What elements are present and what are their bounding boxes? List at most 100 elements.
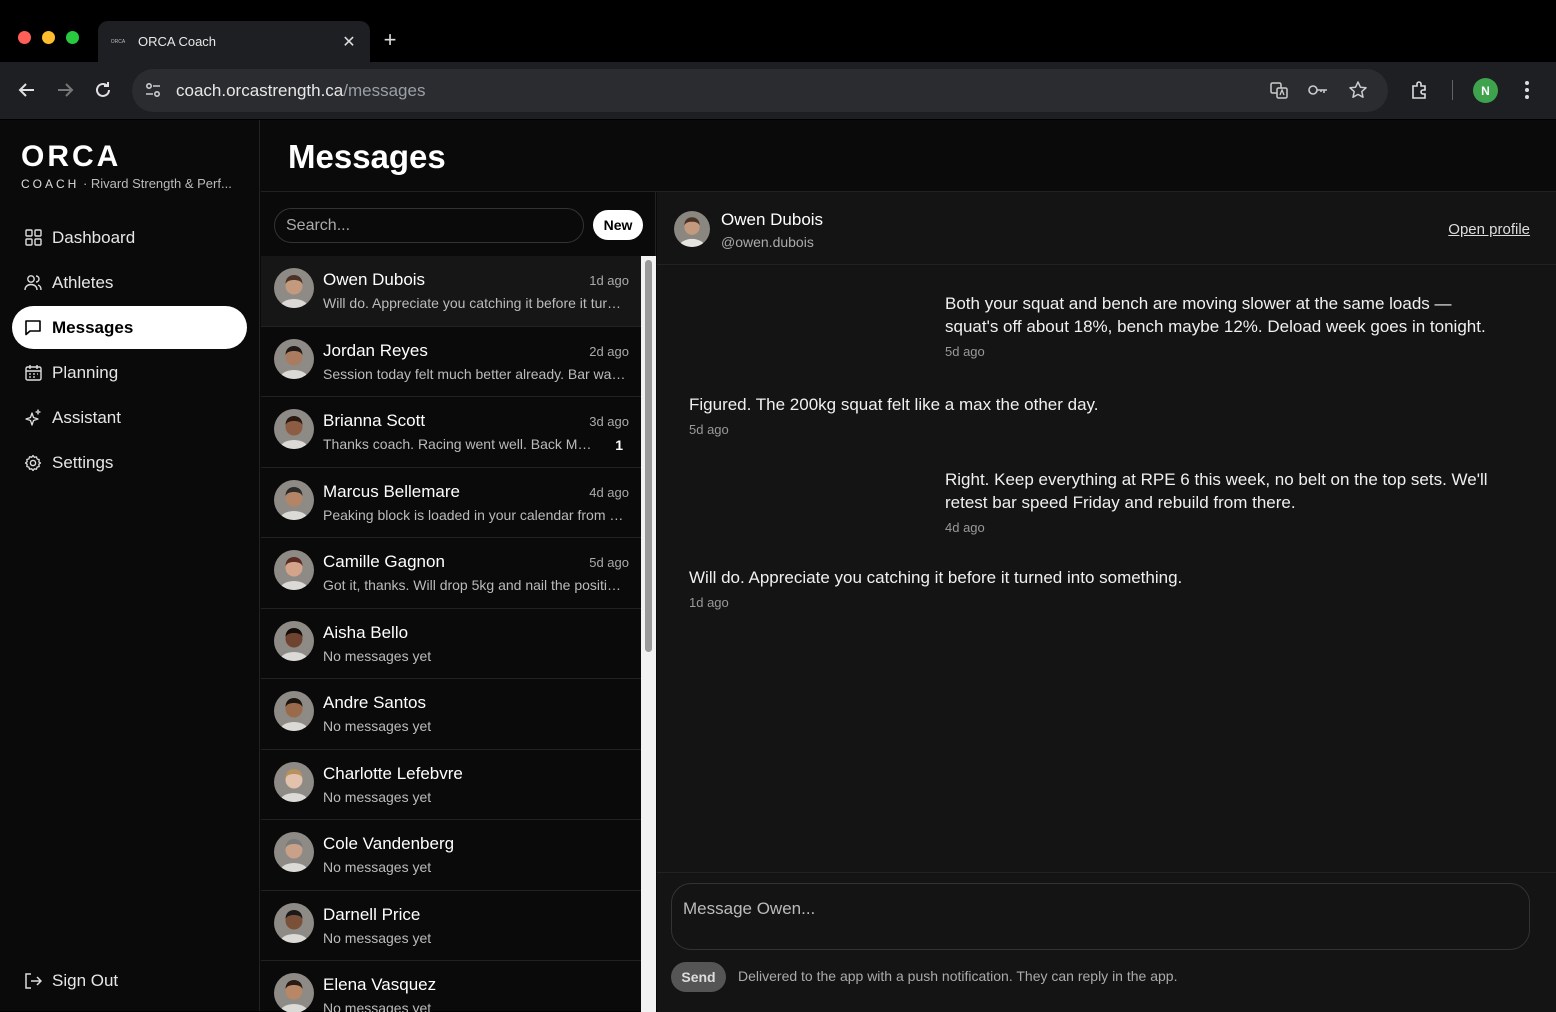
avatar: [274, 479, 314, 520]
browser-profile-avatar[interactable]: N: [1473, 78, 1498, 103]
message-bubble-coach: Right. Keep everything at RPE 6 this wee…: [945, 468, 1505, 536]
conversation-item[interactable]: Brianna Scott 3d ago Thanks coach. Racing …: [261, 397, 641, 468]
translate-icon[interactable]: [1268, 79, 1290, 101]
messages-content: New Owen Dubois 1d ago Will do. Appreciate…: [261, 191, 1556, 1012]
conversation-time: 1d ago: [589, 273, 629, 288]
conversation-item[interactable]: Jordan Reyes 2d ago Session today felt muc…: [261, 327, 641, 397]
window-minimize-button[interactable]: [42, 31, 55, 44]
chat-contact-handle: @owen.dubois: [721, 234, 814, 250]
conversation-item[interactable]: Andre Santos No messages yet: [261, 679, 641, 750]
password-key-icon[interactable]: [1307, 79, 1329, 101]
conversation-name: Cole Vandenberg: [323, 834, 455, 853]
chat-panel: Owen Dubois @owen.dubois Open profile Bo…: [657, 192, 1556, 1012]
conversation-preview: Got it, thanks. Will drop 5kg and nail t…: [323, 577, 628, 593]
conversation-preview: No messages yet: [323, 859, 432, 875]
sidebar-item-label: Planning: [52, 362, 119, 382]
conversation-preview: No messages yet: [323, 647, 432, 664]
avatar: [274, 409, 314, 449]
unread-badge: 1: [615, 437, 623, 453]
sidebar-item-planning[interactable]: Planning: [12, 351, 247, 394]
sidebar-item-athletes[interactable]: Athletes: [12, 261, 247, 304]
conversation-time: 4d ago: [589, 484, 629, 500]
conversation-item[interactable]: Aisha Bello No messages yet: [261, 609, 641, 679]
forward-icon[interactable]: [53, 78, 77, 102]
reload-icon[interactable]: [91, 78, 115, 102]
bookmark-star-icon[interactable]: [1347, 79, 1369, 101]
conversation-list-scrollbar[interactable]: [641, 256, 656, 1012]
avatar: [274, 902, 314, 943]
browser-menu-kebab-icon[interactable]: [1515, 78, 1539, 102]
address-bar[interactable]: coach.orcastrength.ca/messages: [132, 69, 1388, 112]
message-icon: [24, 319, 42, 337]
conversation-name: Darnell Price: [323, 904, 421, 924]
sidebar-item-messages[interactable]: Messages: [12, 306, 247, 349]
message-bubble-coach: Both your squat and bench are moving slo…: [945, 292, 1505, 360]
message-time: 5d ago: [689, 422, 729, 437]
avatar: [274, 761, 314, 802]
message-text: Figured. The 200kg squat felt like a max…: [689, 395, 1099, 414]
conversation-item[interactable]: Darnell Price No messages yet: [261, 891, 641, 961]
conversation-name: Camille Gagnon: [323, 552, 445, 571]
conversation-preview: Peaking block is loaded in your calendar…: [323, 506, 628, 523]
scrollbar-thumb[interactable]: [645, 260, 652, 652]
message-bubble-athlete: Figured. The 200kg squat felt like a max…: [689, 393, 1249, 438]
brand-coach-label: COACH: [21, 177, 80, 191]
browser-tab-strip: ORCA ORCA Coach ✕ +: [0, 0, 1556, 62]
conversation-preview: No messages yet: [323, 788, 432, 805]
conversation-preview: Will do. Appreciate you catching it befo…: [323, 295, 628, 311]
send-button[interactable]: Send: [671, 962, 726, 992]
avatar: [274, 550, 314, 590]
conversation-name: Jordan Reyes: [323, 340, 428, 360]
grid-icon: [24, 229, 42, 247]
app-root: ORCA COACH · Rivard Strength & Perf... D…: [0, 120, 1556, 1012]
back-icon[interactable]: [15, 78, 39, 102]
brand-subtitle: COACH · Rivard Strength & Perf...: [21, 176, 232, 191]
conversation-item[interactable]: Elena Vasquez No messages yet: [261, 961, 641, 1012]
conversation-item[interactable]: Owen Dubois 1d ago Will do. Appreciate you…: [261, 256, 641, 327]
message-composer: Send Delivered to the app with a push no…: [657, 872, 1556, 1012]
conversation-name: Owen Dubois: [323, 270, 426, 289]
conversation-time: 3d ago: [589, 414, 629, 429]
conversation-item[interactable]: Marcus Bellemare 4d ago Peaking block is l…: [261, 468, 641, 538]
message-bubble-athlete: Will do. Appreciate you catching it befo…: [689, 566, 1289, 611]
tab-close-icon[interactable]: ✕: [340, 32, 358, 52]
conversation-item[interactable]: Charlotte Lefebvre No messages yet: [261, 750, 641, 820]
sidebar-item-label: Assistant: [52, 407, 121, 427]
sidebar-item-dashboard[interactable]: Dashboard: [12, 216, 247, 259]
sidebar-item-assistant[interactable]: Assistant: [12, 396, 247, 439]
calendar-icon: [24, 364, 42, 382]
new-tab-button[interactable]: +: [380, 27, 400, 53]
new-conversation-button[interactable]: New: [593, 210, 643, 240]
open-profile-link[interactable]: Open profile: [1448, 221, 1530, 238]
conversation-list: Owen Dubois 1d ago Will do. Appreciate you…: [261, 256, 641, 1012]
sign-out-button[interactable]: Sign Out: [24, 971, 118, 991]
delivery-note: Delivered to the app with a push notific…: [738, 968, 1178, 984]
sidebar-nav: Dashboard Athletes Messages Planning Ass…: [12, 216, 247, 486]
page-title: Messages: [288, 138, 446, 175]
url-text: coach.orcastrength.ca/messages: [176, 80, 426, 100]
chat-contact-name: Owen Dubois: [721, 210, 824, 229]
conversation-item[interactable]: Camille Gagnon 5d ago Got it, thanks. Will…: [261, 538, 641, 609]
avatar: [274, 338, 314, 379]
conversation-item[interactable]: Cole Vandenberg No messages yet: [261, 820, 641, 891]
conversation-list-panel: New Owen Dubois 1d ago Will do. Appreciate…: [261, 192, 656, 1012]
tab-title: ORCA Coach: [138, 34, 217, 49]
site-settings-icon[interactable]: [142, 79, 164, 101]
tab-favicon-icon: ORCA: [110, 38, 126, 45]
window-close-button[interactable]: [18, 31, 31, 44]
message-text: Right. Keep everything at RPE 6 this wee…: [945, 470, 1488, 512]
sidebar-item-settings[interactable]: Settings: [12, 441, 247, 484]
browser-tab[interactable]: ORCA ORCA Coach ✕: [98, 21, 370, 62]
search-input[interactable]: [274, 208, 584, 243]
message-text: Will do. Appreciate you catching it befo…: [689, 568, 1183, 587]
brand-org-label: · Rivard Strength & Perf...: [82, 176, 232, 191]
sign-out-label: Sign Out: [52, 971, 119, 990]
avatar: [274, 620, 314, 661]
window-zoom-button[interactable]: [66, 31, 79, 44]
message-input[interactable]: [671, 883, 1530, 950]
extensions-puzzle-icon[interactable]: [1408, 78, 1432, 102]
sidebar-item-label: Settings: [52, 452, 114, 472]
conversation-name: Andre Santos: [323, 693, 427, 712]
logout-icon: [24, 972, 42, 990]
main-area: Messages New Owen Dubois 1d ago Will do. A…: [261, 120, 1556, 1012]
